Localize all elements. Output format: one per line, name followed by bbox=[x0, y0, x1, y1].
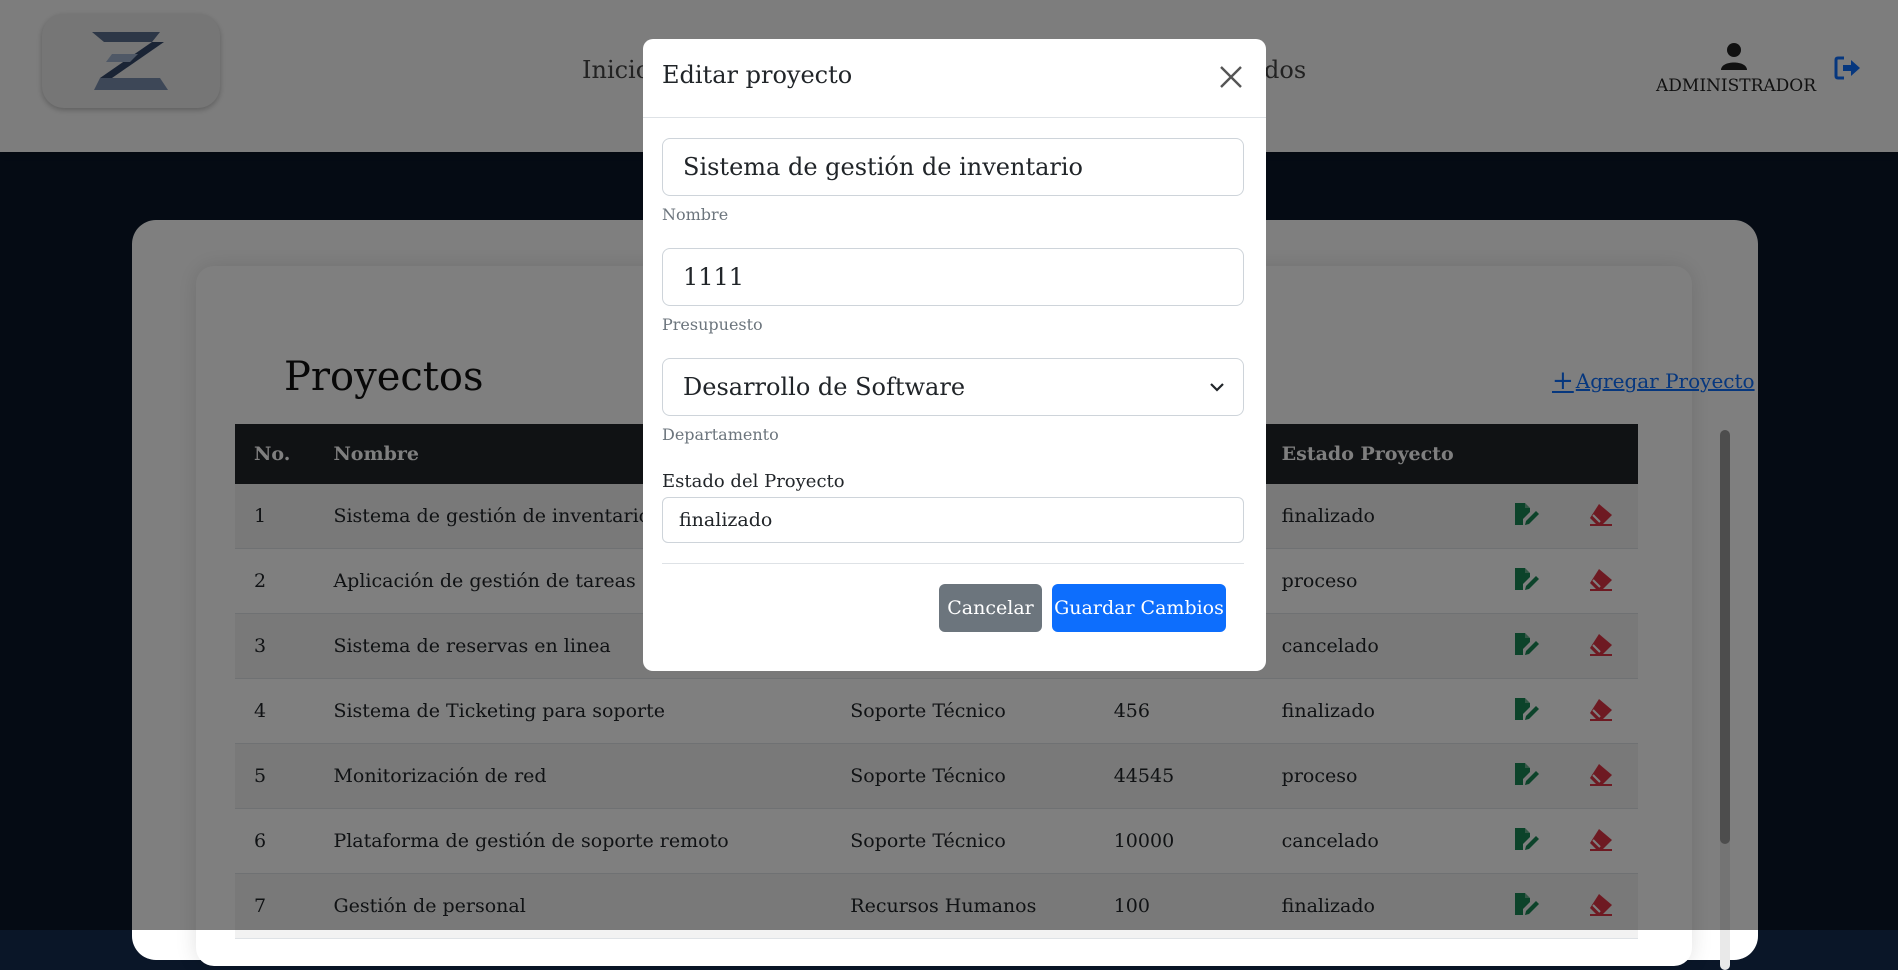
close-icon[interactable] bbox=[1217, 63, 1245, 91]
nombre-label: Nombre bbox=[662, 205, 729, 224]
estado-input[interactable]: finalizado bbox=[662, 497, 1244, 543]
departamento-label: Departamento bbox=[662, 425, 779, 444]
modal-title: Editar proyecto bbox=[662, 61, 853, 89]
nombre-input[interactable]: Sistema de gestión de inventario bbox=[662, 138, 1244, 196]
modal-footer-divider bbox=[662, 563, 1244, 564]
edit-project-modal: Editar proyecto Sistema de gestión de in… bbox=[643, 39, 1266, 671]
departamento-selected-value: Desarrollo de Software bbox=[683, 373, 966, 401]
presupuesto-label: Presupuesto bbox=[662, 315, 763, 334]
departamento-select[interactable]: Desarrollo de Software bbox=[662, 358, 1244, 416]
save-changes-button[interactable]: Guardar Cambios bbox=[1052, 584, 1226, 632]
chevron-down-icon bbox=[1210, 383, 1224, 392]
estado-label: Estado del Proyecto bbox=[662, 471, 845, 492]
modal-header: Editar proyecto bbox=[643, 39, 1266, 118]
cancel-button[interactable]: Cancelar bbox=[939, 584, 1042, 632]
presupuesto-input[interactable]: 1111 bbox=[662, 248, 1244, 306]
